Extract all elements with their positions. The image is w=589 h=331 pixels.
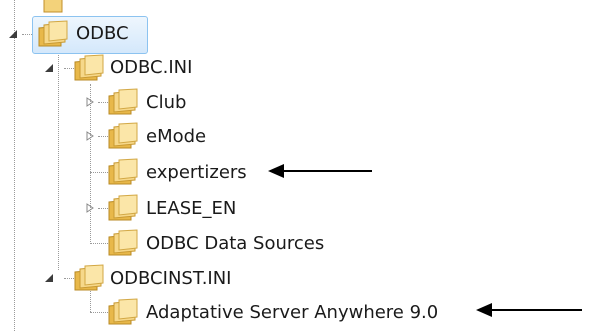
- tree-item-odbc-ini[interactable]: ODBC.INI: [107, 56, 195, 80]
- arrow-left-icon: [268, 164, 372, 178]
- folder-icon: [108, 122, 138, 149]
- folder-icon: [108, 194, 138, 221]
- expanded-triangle-icon[interactable]: [42, 61, 56, 75]
- expanded-triangle-icon[interactable]: [6, 27, 20, 41]
- folder-icon: [108, 88, 138, 115]
- tree-item-odbc[interactable]: ODBC: [73, 22, 132, 46]
- folder-icon: [74, 264, 104, 291]
- collapsed-triangle-icon[interactable]: [83, 95, 97, 109]
- expanded-triangle-icon[interactable]: [42, 271, 56, 285]
- tree-item-lease-en[interactable]: LEASE_EN: [143, 197, 239, 221]
- tree-item-adaptative-server-anywhere[interactable]: Adaptative Server Anywhere 9.0: [143, 301, 441, 325]
- folder-icon: [108, 158, 138, 185]
- folder-icon: [43, 0, 63, 13]
- tree-item-expertizers[interactable]: expertizers: [143, 161, 250, 185]
- folder-icon: [108, 229, 138, 256]
- registry-tree: ODBC ODBC.INI Club eMode expertizers LEA…: [0, 0, 589, 331]
- tree-item-emode[interactable]: eMode: [143, 125, 209, 149]
- collapsed-triangle-icon[interactable]: [83, 201, 97, 215]
- tree-item-odbcinst-ini[interactable]: ODBCINST.INI: [107, 267, 235, 291]
- folder-icon: [74, 54, 104, 81]
- folder-icon: [38, 20, 68, 47]
- folder-icon: [108, 298, 138, 325]
- arrow-left-icon: [476, 303, 582, 317]
- collapsed-triangle-icon[interactable]: [83, 129, 97, 143]
- tree-item-odbc-data-sources[interactable]: ODBC Data Sources: [143, 232, 327, 256]
- tree-item-club[interactable]: Club: [143, 91, 189, 115]
